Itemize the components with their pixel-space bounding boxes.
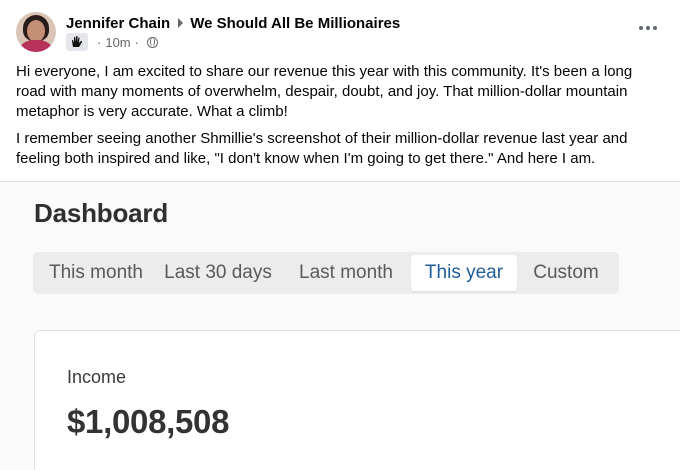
post-paragraph: I remember seeing another Shmillie's scr… (16, 130, 628, 167)
dot-icon (639, 26, 643, 30)
more-options-button[interactable] (634, 18, 662, 38)
author-name[interactable]: Jennifer Chain (66, 15, 170, 32)
globe-icon[interactable] (146, 36, 158, 48)
date-range-tabs: This month Last 30 days Last month This … (33, 252, 619, 294)
dot-icon (653, 26, 657, 30)
post-paragraph: Hi everyone, I am excited to share our r… (16, 63, 633, 120)
income-label: Income (67, 367, 127, 387)
tab-last-30-days[interactable]: Last 30 days (155, 255, 281, 291)
tab-last-month[interactable]: Last month (281, 255, 411, 291)
tab-this-month[interactable]: This month (37, 255, 155, 291)
income-card: Income $1,008,508 (34, 330, 680, 470)
income-value: $1,008,508 (67, 403, 230, 440)
tab-this-year[interactable]: This year (411, 255, 517, 291)
facebook-post: Jennifer Chain We Should All Be Milliona… (0, 0, 680, 470)
post-header: Jennifer Chain We Should All Be Milliona… (66, 13, 400, 33)
dashboard-screenshot[interactable]: Dashboard This month Last 30 days Last m… (0, 182, 680, 470)
post-meta: · 10m · (66, 33, 158, 51)
author-avatar[interactable] (16, 12, 56, 52)
group-name[interactable]: We Should All Be Millionaires (190, 15, 400, 32)
hand-icon (72, 36, 83, 47)
tab-custom[interactable]: Custom (517, 255, 615, 291)
avatar-shirt (20, 40, 52, 52)
avatar-face (27, 20, 45, 42)
dot-separator: · (134, 34, 139, 50)
arrow-right-icon (178, 18, 184, 28)
post-time[interactable]: 10m (105, 35, 130, 50)
dot-separator: · (97, 34, 102, 50)
dot-icon (646, 26, 650, 30)
hand-badge-icon[interactable] (66, 33, 88, 51)
dashboard-title: Dashboard (34, 198, 169, 228)
